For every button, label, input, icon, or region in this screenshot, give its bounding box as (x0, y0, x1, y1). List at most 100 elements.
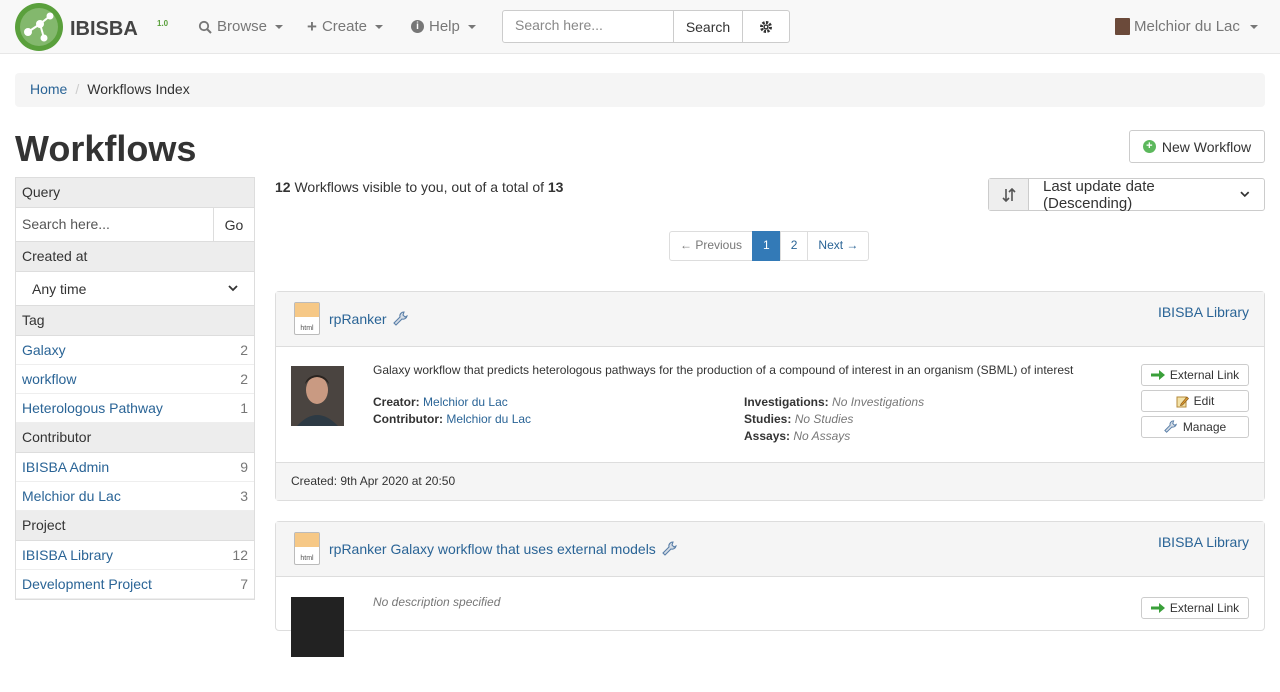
created-header: Created at (16, 242, 254, 272)
workflow-description: Galaxy workflow that predicts heterologo… (373, 363, 1074, 377)
wrench-icon (1164, 420, 1177, 433)
visible-count: 12 (275, 179, 291, 195)
assays-label: Assays: (744, 429, 791, 443)
contributor-label[interactable]: IBISBA Admin (22, 459, 109, 475)
html-file-icon: html (294, 302, 320, 335)
external-link-button[interactable]: External Link (1141, 597, 1249, 619)
user-name: Melchior du Lac (1134, 18, 1240, 35)
workflow-card: html rpRanker Galaxy workflow that uses … (275, 521, 1265, 657)
new-workflow-label: New Workflow (1161, 138, 1252, 155)
contributor-header: Contributor (16, 423, 254, 453)
project-count: 7 (240, 576, 248, 592)
user-menu[interactable]: Melchior du Lac (1115, 18, 1258, 35)
search-input[interactable]: Search here... (502, 10, 674, 43)
project-label[interactable]: IBISBA Library (22, 547, 113, 563)
arrow-right-icon (1150, 370, 1165, 380)
tag-item-galaxy[interactable]: Galaxy 2 (16, 336, 254, 365)
contributor-label[interactable]: Melchior du Lac (22, 488, 121, 504)
create-menu[interactable]: + Create (307, 18, 383, 35)
external-link-label: External Link (1169, 601, 1240, 615)
sort-control[interactable]: Last update date (Descending) (988, 178, 1265, 212)
tag-label[interactable]: workflow (22, 371, 76, 387)
breadcrumb: Home / Workflows Index (15, 73, 1265, 107)
project-link[interactable]: IBISBA Library (1158, 304, 1249, 320)
edit-label: Edit (1193, 394, 1215, 408)
next-page-button[interactable]: Next → (807, 231, 870, 261)
edit-button[interactable]: Edit (1141, 390, 1249, 412)
search-button[interactable]: Search (673, 10, 743, 43)
created-select[interactable]: Any time (16, 272, 254, 306)
creator-avatar[interactable] (291, 597, 344, 657)
gear-icon (760, 20, 772, 33)
workflow-title-link[interactable]: rpRanker (329, 311, 387, 327)
investigations-label: Investigations: (744, 395, 829, 409)
creator-label: Creator: (373, 395, 420, 409)
creator-link[interactable]: Melchior du Lac (423, 395, 508, 409)
query-header: Query (16, 178, 254, 208)
brand-version: 1.0 (157, 19, 169, 28)
contributor-label: Contributor: (373, 412, 443, 426)
manage-button[interactable]: Manage (1141, 416, 1249, 438)
contributor-link[interactable]: Melchior du Lac (446, 412, 531, 426)
investigations-value: No Investigations (832, 395, 925, 409)
wrench-icon (662, 541, 677, 556)
info-icon: i (411, 20, 424, 33)
chevron-down-icon (467, 24, 476, 29)
assays-value: No Assays (793, 429, 851, 443)
contributor-item-melchior[interactable]: Melchior du Lac 3 (16, 482, 254, 511)
browse-menu[interactable]: Browse (198, 18, 284, 35)
project-header: Project (16, 511, 254, 541)
page-2-button[interactable]: 2 (779, 231, 809, 261)
project-item-development[interactable]: Development Project 7 (16, 570, 254, 599)
project-count: 12 (232, 547, 248, 563)
studies-value: No Studies (794, 412, 854, 426)
manage-label: Manage (1182, 420, 1227, 434)
summary-text: Workflows visible to you, out of a total… (290, 179, 548, 195)
page-1-button[interactable]: 1 (752, 231, 781, 261)
breadcrumb-home[interactable]: Home (30, 81, 67, 97)
plus-icon: + (307, 16, 317, 36)
wrench-icon (392, 311, 408, 326)
settings-button[interactable] (742, 10, 790, 43)
add-icon: + (1142, 140, 1156, 153)
contributor-count: 9 (240, 459, 248, 475)
navbar: IBISBA 1.0 Browse + Create i Help Search… (0, 0, 1280, 54)
tag-item-workflow[interactable]: workflow 2 (16, 365, 254, 394)
contributor-count: 3 (240, 488, 248, 504)
project-link[interactable]: IBISBA Library (1158, 534, 1249, 550)
chevron-down-icon (1240, 191, 1250, 198)
creator-avatar[interactable] (291, 366, 344, 426)
pagination: ← Previous 1 2 Next → (669, 231, 870, 261)
filter-search-input[interactable]: Search here... (16, 208, 214, 241)
browse-label: Browse (217, 18, 268, 35)
created-value: Any time (32, 280, 87, 297)
help-menu[interactable]: i Help (411, 18, 476, 35)
tag-count: 2 (240, 342, 248, 358)
total-count: 13 (547, 179, 564, 195)
contributor-item-admin[interactable]: IBISBA Admin 9 (16, 453, 254, 482)
tag-count: 1 (240, 400, 248, 416)
ibisba-logo[interactable]: IBISBA 1.0 (14, 2, 172, 52)
sort-icon (989, 179, 1029, 210)
workflow-title-link[interactable]: rpRanker Galaxy workflow that uses exter… (329, 541, 656, 557)
external-link-button[interactable]: External Link (1141, 364, 1249, 386)
avatar (1115, 18, 1130, 35)
external-link-label: External Link (1169, 368, 1240, 382)
project-label[interactable]: Development Project (22, 576, 152, 592)
workflow-description: No description specified (373, 595, 501, 609)
breadcrumb-current: Workflows Index (87, 81, 190, 97)
create-label: Create (321, 18, 367, 35)
chevron-down-icon (374, 24, 383, 29)
project-item-ibisba-library[interactable]: IBISBA Library 12 (16, 541, 254, 570)
new-workflow-button[interactable]: + New Workflow (1129, 130, 1265, 163)
tag-label[interactable]: Heterologous Pathway (22, 400, 163, 416)
tag-item-heterologous-pathway[interactable]: Heterologous Pathway 1 (16, 394, 254, 423)
tag-label[interactable]: Galaxy (22, 342, 66, 358)
chevron-down-icon (275, 24, 284, 29)
edit-icon (1176, 395, 1189, 407)
go-button[interactable]: Go (214, 208, 254, 241)
page-title: Workflows (15, 128, 197, 169)
search-icon (198, 20, 212, 34)
html-file-icon: html (294, 532, 320, 565)
previous-page-button[interactable]: ← Previous (669, 231, 754, 261)
